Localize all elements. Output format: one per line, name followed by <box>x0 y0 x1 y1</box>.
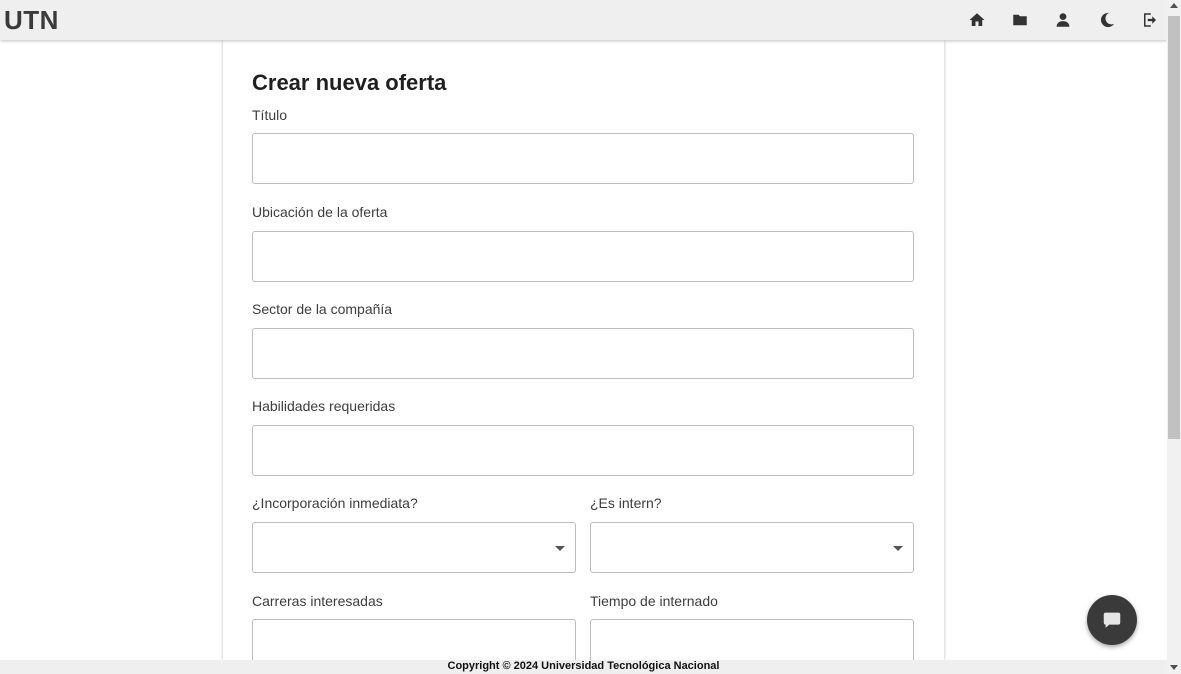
incorporacion-label: ¿Incorporación inmediata? <box>252 495 418 511</box>
carreras-input[interactable] <box>252 619 576 660</box>
chat-button[interactable] <box>1087 595 1137 645</box>
tiempo-input[interactable] <box>590 619 914 660</box>
user-icon[interactable] <box>1053 10 1073 30</box>
scroll-up-arrow-icon[interactable] <box>1170 3 1178 8</box>
chevron-down-icon <box>555 546 565 551</box>
sector-input[interactable] <box>252 328 914 379</box>
page-scrollbar[interactable] <box>1167 0 1181 674</box>
page-title: Crear nueva oferta <box>252 70 447 95</box>
footer-copyright: Copyright © 2024 Universidad Tecnológica… <box>0 660 1167 674</box>
habilidades-input[interactable] <box>252 425 914 476</box>
logout-icon[interactable] <box>1140 10 1160 30</box>
chat-bubble-icon <box>1103 612 1121 628</box>
folder-icon[interactable] <box>1010 10 1030 30</box>
titulo-input[interactable] <box>252 133 914 184</box>
home-icon[interactable] <box>967 10 987 30</box>
scroll-down-arrow-icon[interactable] <box>1170 665 1178 670</box>
chevron-down-icon <box>893 546 903 551</box>
ubicacion-input[interactable] <box>252 231 914 282</box>
incorporacion-select[interactable] <box>252 522 576 573</box>
moon-icon[interactable] <box>1097 10 1117 30</box>
intern-select[interactable] <box>590 522 914 573</box>
scrollbar-thumb[interactable] <box>1168 16 1180 439</box>
sector-label: Sector de la compañía <box>252 301 393 317</box>
ubicacion-label: Ubicación de la oferta <box>252 204 388 220</box>
habilidades-label: Habilidades requeridas <box>252 398 396 414</box>
titulo-label: Título <box>252 107 288 123</box>
carreras-label: Carreras interesadas <box>252 593 383 609</box>
top-navbar: UTN <box>0 0 1167 40</box>
intern-label: ¿Es intern? <box>590 495 662 511</box>
offer-form-card: Crear nueva oferta Título Ubicación de l… <box>223 40 944 660</box>
brand-logo[interactable]: UTN <box>4 5 59 36</box>
tiempo-label: Tiempo de internado <box>590 593 718 609</box>
